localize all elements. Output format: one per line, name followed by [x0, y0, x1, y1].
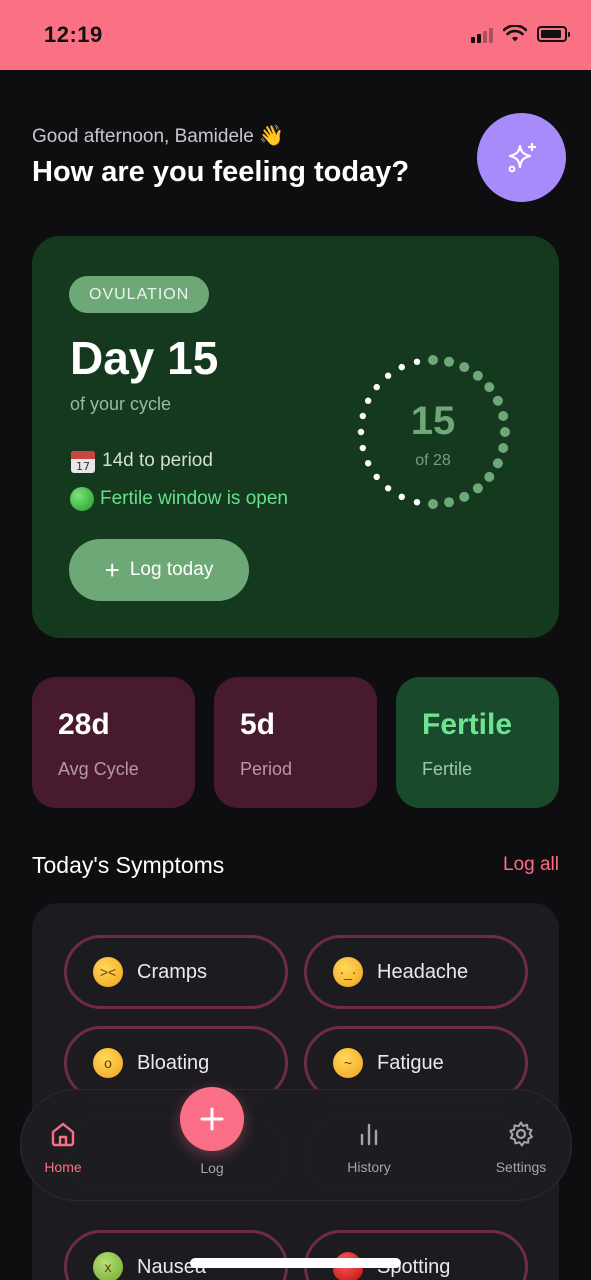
stat-label: Avg Cycle	[58, 759, 139, 779]
cycle-day-dot	[459, 362, 470, 373]
nav-settings[interactable]: Settings	[476, 1120, 566, 1175]
cycle-day-dot	[398, 363, 405, 371]
symptom-label: Fatigue	[377, 1051, 444, 1074]
cycle-day-dot	[444, 356, 455, 367]
cycle-day-dot	[444, 497, 455, 508]
nav-history-label: History	[347, 1159, 391, 1175]
stat-label: Period	[240, 759, 293, 779]
symptom-label: Headache	[377, 960, 469, 983]
period-countdown-text: 14d to period	[102, 450, 213, 471]
nauseated-face-icon: x	[93, 1252, 123, 1280]
yawning-face-icon: ~	[333, 1048, 363, 1078]
plus-icon	[200, 1107, 224, 1131]
nav-settings-label: Settings	[495, 1159, 547, 1175]
symptom-chip-headache[interactable]: ·_· Headache	[304, 935, 528, 1009]
cycle-day-dot	[413, 358, 421, 366]
status-time: 12:19	[44, 22, 103, 47]
phase-badge: OVULATION	[69, 276, 210, 313]
svg-text:17: 17	[76, 460, 90, 473]
cycle-day-title: Day 15	[70, 332, 219, 384]
nav-home[interactable]: Home	[18, 1120, 108, 1175]
cycle-day-dot	[472, 483, 483, 494]
cycle-day-dot	[398, 493, 405, 501]
symptom-chip-nausea[interactable]: x Nausea	[64, 1230, 288, 1280]
waving-hand-icon: 👋	[259, 125, 284, 147]
symptom-label: Bloating	[137, 1051, 210, 1074]
nav-log-label: Log	[200, 1160, 224, 1176]
green-circle-icon	[70, 487, 94, 511]
home-icon	[51, 1122, 75, 1147]
home-screen: 12:19 Good afternoon, Bamidele 👋 How are…	[0, 0, 591, 1280]
cycle-day-dot	[472, 370, 483, 381]
symptom-chip-spotting[interactable]: Spotting	[304, 1230, 528, 1280]
log-all-link[interactable]: Log all	[503, 854, 559, 876]
fertile-status: Fertile window is open	[70, 487, 288, 511]
persevering-face-icon: ><	[93, 957, 123, 987]
battery-icon	[537, 26, 570, 42]
cycle-day-dot	[459, 491, 470, 502]
log-fab-button[interactable]	[180, 1087, 244, 1151]
sparkle-icon	[508, 142, 536, 172]
gear-icon	[509, 1121, 533, 1147]
cycle-day-dot	[484, 382, 495, 393]
surprised-face-icon: o	[93, 1048, 123, 1078]
cycle-card[interactable]: OVULATION Day 15 of your cycle 17 14d to…	[32, 236, 559, 638]
log-today-button[interactable]: + Log today	[69, 539, 249, 601]
fertile-status-text: Fertile window is open	[100, 488, 288, 509]
greeting-text: Good afternoon, Bamidele	[32, 126, 254, 147]
cycle-day-dot	[384, 485, 392, 492]
calendar-icon: 17	[71, 451, 95, 473]
cycle-day-dot	[484, 471, 495, 482]
stat-card-fertile[interactable]: Fertile Fertile	[396, 677, 559, 808]
bottom-nav: Home History Settings	[20, 1089, 572, 1201]
plus-icon: +	[104, 555, 120, 585]
ai-assistant-button[interactable]	[477, 113, 566, 202]
stat-value: 5d	[240, 708, 276, 741]
cycle-day-dot	[373, 473, 380, 481]
ring-day-number: 15	[410, 399, 456, 443]
cellular-signal-icon	[471, 25, 493, 43]
bandaged-head-face-icon: ·_·	[333, 957, 363, 987]
stat-label: Fertile	[422, 759, 473, 779]
status-icons	[471, 25, 570, 43]
cycle-day-dot	[428, 355, 438, 365]
wifi-icon	[503, 25, 527, 42]
cycle-day-dot	[384, 372, 392, 379]
stat-card-period[interactable]: 5d Period	[214, 677, 377, 808]
cycle-day-dot	[428, 499, 438, 509]
symptom-label: Cramps	[137, 960, 208, 983]
status-bar: 12:19	[0, 0, 591, 70]
cycle-day-dot	[359, 444, 367, 452]
cycle-day-dot	[373, 383, 380, 391]
period-countdown: 17 14d to period	[70, 448, 213, 474]
symptom-chip-cramps[interactable]: >< Cramps	[64, 935, 288, 1009]
stat-value: 28d	[58, 708, 110, 741]
nav-home-label: Home	[44, 1159, 82, 1175]
log-today-label: Log today	[129, 559, 214, 580]
ring-total-days: of 28	[415, 452, 451, 469]
bar-chart-icon	[360, 1123, 378, 1146]
nav-history[interactable]: History	[324, 1120, 414, 1175]
stat-value: Fertile	[422, 708, 513, 741]
stat-card-avg-cycle[interactable]: 28d Avg Cycle	[32, 677, 195, 808]
page-title: How are you feeling today?	[32, 156, 410, 188]
cycle-day-dot	[413, 498, 421, 506]
symptoms-section-title: Today's Symptoms	[32, 852, 225, 878]
greeting: Good afternoon, Bamidele 👋	[32, 123, 284, 148]
cycle-day-subtitle: of your cycle	[70, 394, 172, 414]
home-indicator	[190, 1258, 401, 1268]
